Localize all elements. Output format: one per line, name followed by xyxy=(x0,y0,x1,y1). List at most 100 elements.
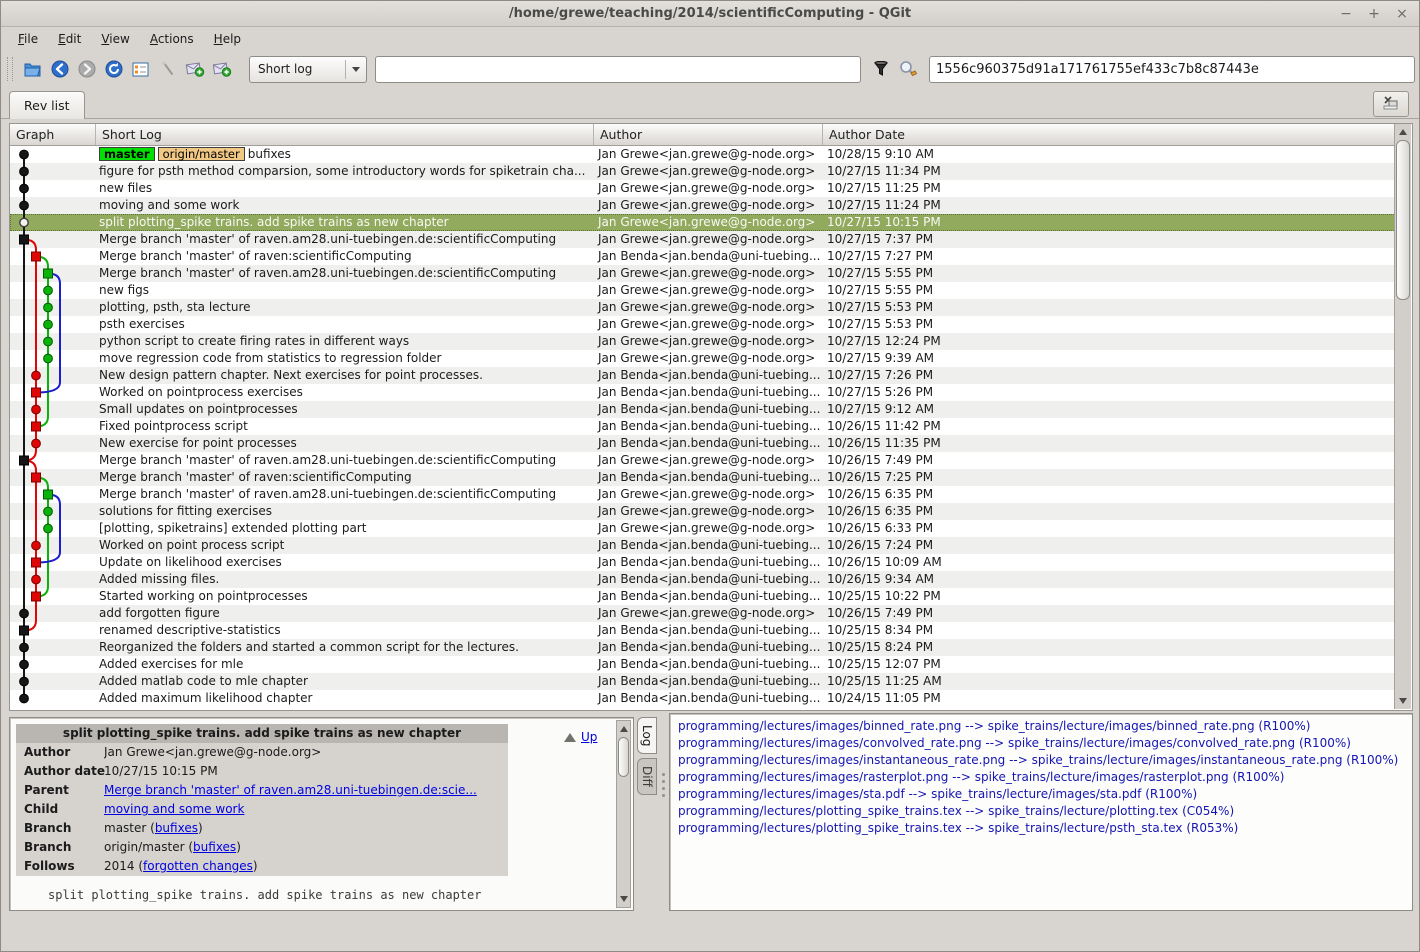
commit-row[interactable]: Added matlab code to mle chapterJan Bend… xyxy=(10,673,1396,690)
commit-row[interactable]: new figsJan Grewe<jan.grewe@g-node.org>1… xyxy=(10,282,1396,299)
renamed-file-line[interactable]: programming/lectures/images/convolved_ra… xyxy=(678,735,1412,752)
commit-row[interactable]: Merge branch 'master' of raven.am28.uni-… xyxy=(10,486,1396,503)
commit-row[interactable]: new filesJan Grewe<jan.grewe@g-node.org>… xyxy=(10,180,1396,197)
commit-subject: Merge branch 'master' of raven.am28.uni-… xyxy=(99,453,556,467)
renamed-file-line[interactable]: programming/lectures/plotting_spike_trai… xyxy=(678,803,1412,820)
scroll-up-icon[interactable] xyxy=(618,722,629,736)
commit-subject: moving and some work xyxy=(99,198,239,212)
commit-row[interactable]: Added missing files.Jan Benda<jan.benda@… xyxy=(10,571,1396,588)
scrollbar-thumb[interactable] xyxy=(618,737,629,777)
column-header-author[interactable]: Author xyxy=(594,124,823,145)
commit-row[interactable]: Fixed pointprocess scriptJan Benda<jan.b… xyxy=(10,418,1396,435)
commit-row[interactable]: New design pattern chapter. Next exercis… xyxy=(10,367,1396,384)
apply-patch-button[interactable] xyxy=(208,56,235,82)
detail-field-label: Child xyxy=(16,800,104,819)
close-button[interactable]: × xyxy=(1393,5,1411,23)
renamed-file-line[interactable]: programming/lectures/images/rasterplot.p… xyxy=(678,769,1412,786)
reload-button[interactable] xyxy=(100,56,127,82)
commit-author: Jan Grewe<jan.grewe@g-node.org> xyxy=(594,180,823,197)
reload-icon xyxy=(105,60,123,78)
forward-button[interactable] xyxy=(73,56,100,82)
filter-tree-button[interactable] xyxy=(1373,91,1409,117)
tab-diff[interactable]: Diff xyxy=(637,758,657,795)
commit-row[interactable]: Added exercises for mleJan Benda<jan.ben… xyxy=(10,656,1396,673)
commit-row[interactable]: Reorganized the folders and started a co… xyxy=(10,639,1396,656)
wand-button[interactable] xyxy=(154,56,181,82)
commit-row[interactable]: python script to create firing rates in … xyxy=(10,333,1396,350)
commit-date: 10/27/15 5:55 PM xyxy=(823,265,1396,282)
commit-subject: Fixed pointprocess script xyxy=(99,419,248,433)
sha-input[interactable] xyxy=(929,56,1415,83)
commit-row[interactable]: Worked on point process scriptJan Benda<… xyxy=(10,537,1396,554)
commit-row[interactable]: New exercise for point processesJan Bend… xyxy=(10,435,1396,452)
commit-row[interactable]: psth exercisesJan Grewe<jan.grewe@g-node… xyxy=(10,316,1396,333)
log-mode-value: Short log xyxy=(258,62,312,76)
detail-field-link[interactable]: moving and some work xyxy=(104,802,244,816)
open-repository-button[interactable] xyxy=(19,56,46,82)
scrollbar-thumb[interactable] xyxy=(1396,140,1410,300)
commit-row[interactable]: Worked on pointprocess exercisesJan Bend… xyxy=(10,384,1396,401)
menu-edit[interactable]: Edit xyxy=(49,29,90,49)
commit-row[interactable]: moving and some workJan Grewe<jan.grewe@… xyxy=(10,197,1396,214)
commit-row[interactable]: masterorigin/masterbufixesJan Grewe<jan.… xyxy=(10,146,1396,163)
column-header-short-log[interactable]: Short Log xyxy=(96,124,594,145)
detail-field-link[interactable]: bufixes xyxy=(193,840,236,854)
commit-row[interactable]: Merge branch 'master' of raven.am28.uni-… xyxy=(10,452,1396,469)
column-header-author-date[interactable]: Author Date xyxy=(823,124,1396,145)
commit-row[interactable]: Update on likelihood exercisesJan Benda<… xyxy=(10,554,1396,571)
commit-row[interactable]: Small updates on pointprocessesJan Benda… xyxy=(10,401,1396,418)
commit-row[interactable]: figure for psth method comparsion, some … xyxy=(10,163,1396,180)
detail-field-link[interactable]: bufixes xyxy=(155,821,198,835)
log-mode-select[interactable]: Short log xyxy=(249,56,367,83)
commit-row[interactable]: Merge branch 'master' of raven:scientifi… xyxy=(10,469,1396,486)
up-control[interactable]: Up xyxy=(564,730,597,744)
detail-scrollbar[interactable] xyxy=(616,720,631,908)
commit-row[interactable]: [plotting, spiketrains] extended plottin… xyxy=(10,520,1396,537)
filter-button[interactable] xyxy=(867,56,894,82)
highlight-search-button[interactable] xyxy=(894,56,921,82)
detail-field-link[interactable]: forgotten changes xyxy=(143,859,253,873)
menu-view[interactable]: View xyxy=(92,29,138,49)
renamed-file-line[interactable]: programming/lectures/images/binned_rate.… xyxy=(678,718,1412,735)
filter-input[interactable] xyxy=(375,56,861,83)
renamed-file-line[interactable]: programming/lectures/images/sta.pdf --> … xyxy=(678,786,1412,803)
detail-field-link[interactable]: Merge branch 'master' of raven.am28.uni-… xyxy=(104,783,477,797)
commit-row[interactable]: solutions for fitting exercisesJan Grewe… xyxy=(10,503,1396,520)
toolbar-drag-handle[interactable] xyxy=(7,57,13,81)
menu-actions[interactable]: Actions xyxy=(141,29,203,49)
commit-row[interactable]: Merge branch 'master' of raven:scientifi… xyxy=(10,248,1396,265)
save-patch-button[interactable] xyxy=(181,56,208,82)
commit-row[interactable]: move regression code from statistics to … xyxy=(10,350,1396,367)
menu-file[interactable]: File xyxy=(9,29,47,49)
scroll-down-icon[interactable] xyxy=(1396,694,1410,708)
commit-row[interactable]: Merge branch 'master' of raven.am28.uni-… xyxy=(10,265,1396,282)
commit-row[interactable]: Merge branch 'master' of raven.am28.uni-… xyxy=(10,231,1396,248)
rev-list-scrollbar[interactable] xyxy=(1394,124,1411,709)
commit-subject: [plotting, spiketrains] extended plottin… xyxy=(99,521,366,535)
commit-message: split plotting_spike trains. add spike t… xyxy=(48,888,481,902)
menu-help[interactable]: Help xyxy=(205,29,250,49)
up-link[interactable]: Up xyxy=(581,730,597,744)
maximize-button[interactable]: + xyxy=(1365,5,1383,23)
tab-rev-list[interactable]: Rev list xyxy=(9,91,85,119)
commit-row[interactable]: add forgotten figureJan Grewe<jan.grewe@… xyxy=(10,605,1396,622)
commit-row[interactable]: plotting, psth, sta lectureJan Grewe<jan… xyxy=(10,299,1396,316)
minimize-button[interactable]: − xyxy=(1337,5,1355,23)
back-button[interactable] xyxy=(46,56,73,82)
commit-row[interactable]: Added maximum likelihood chapterJan Bend… xyxy=(10,690,1396,707)
commit-row[interactable]: renamed descriptive-statisticsJan Benda<… xyxy=(10,622,1396,639)
view-button[interactable] xyxy=(127,56,154,82)
commit-date: 10/27/15 7:26 PM xyxy=(823,367,1396,384)
menubar: FileEditViewActionsHelp xyxy=(1,27,1419,51)
renamed-file-line[interactable]: programming/lectures/images/instantaneou… xyxy=(678,752,1412,769)
commit-row[interactable]: Started working on pointprocessesJan Ben… xyxy=(10,588,1396,605)
branch-badge: master xyxy=(99,147,155,161)
scroll-up-icon[interactable] xyxy=(1396,125,1410,139)
column-header-graph[interactable]: Graph xyxy=(10,124,96,145)
commit-row[interactable]: split plotting_spike trains. add spike t… xyxy=(10,214,1396,231)
tab-log[interactable]: Log xyxy=(637,717,657,754)
renamed-file-line[interactable]: programming/lectures/plotting_spike_trai… xyxy=(678,820,1412,837)
splitter-handle[interactable] xyxy=(662,773,665,797)
scroll-down-icon[interactable] xyxy=(618,892,629,906)
commit-date: 10/26/15 7:49 PM xyxy=(823,452,1396,469)
